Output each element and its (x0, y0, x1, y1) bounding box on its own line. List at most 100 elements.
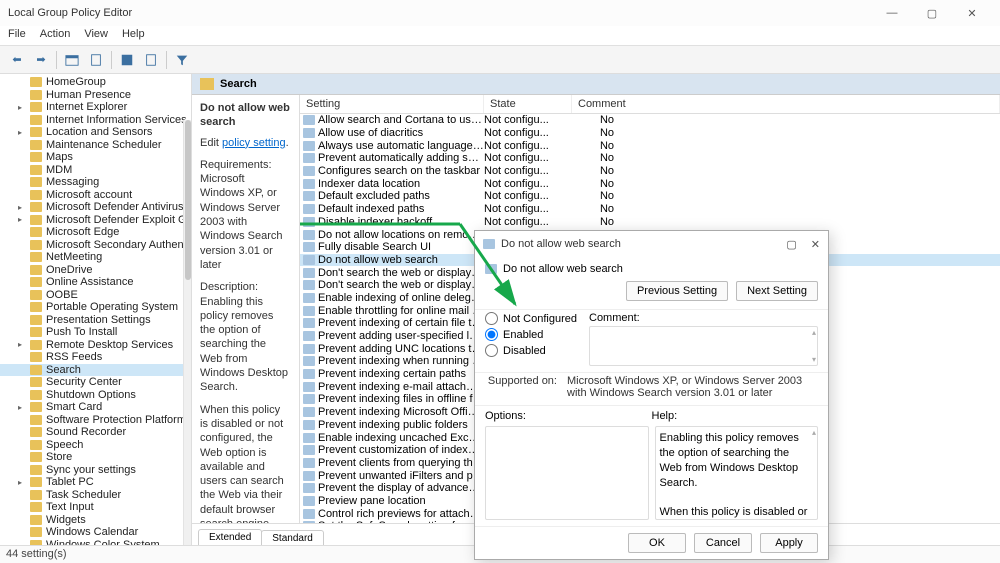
tree-item[interactable]: Presentation Settings (0, 314, 191, 327)
setting-row[interactable]: Allow search and Cortana to use location… (300, 114, 1000, 127)
radio-disabled[interactable]: Disabled (485, 344, 577, 357)
tree-item[interactable]: Sync your settings (0, 464, 191, 477)
col-setting[interactable]: Setting (300, 95, 484, 113)
dialog-close-icon[interactable]: ✕ (811, 238, 820, 251)
previous-setting-button[interactable]: Previous Setting (626, 281, 728, 301)
tree-item[interactable]: Push To Install (0, 326, 191, 339)
close-icon[interactable]: ✕ (952, 0, 992, 26)
tree-item[interactable]: Online Assistance (0, 276, 191, 289)
tree-item[interactable]: Maps (0, 151, 191, 164)
tree-item[interactable]: Sound Recorder (0, 426, 191, 439)
tree-item[interactable]: ▸Microsoft Defender Antivirus (0, 201, 191, 214)
setting-row[interactable]: Default indexed pathsNot configu...No (300, 203, 1000, 216)
radio-enabled[interactable]: Enabled (485, 328, 577, 341)
apply-button[interactable]: Apply (760, 533, 818, 553)
menu-help[interactable]: Help (122, 28, 145, 43)
setting-row[interactable]: Default excluded pathsNot configu...No (300, 190, 1000, 203)
tree-item-label: Sync your settings (46, 464, 136, 476)
filter-icon[interactable] (171, 49, 193, 71)
help-icon[interactable] (140, 49, 162, 71)
setting-icon (303, 344, 315, 354)
tree-item[interactable]: Windows Calendar (0, 526, 191, 539)
setting-row[interactable]: Configures search on the taskbarNot conf… (300, 165, 1000, 178)
tree-item[interactable]: Microsoft Edge (0, 226, 191, 239)
tree-item[interactable]: Text Input (0, 501, 191, 514)
maximize-icon[interactable]: ▢ (912, 0, 952, 26)
setting-icon (303, 115, 315, 125)
tree-item[interactable]: ▸Internet Explorer (0, 101, 191, 114)
forward-icon[interactable]: ➡ (30, 49, 52, 71)
next-setting-button[interactable]: Next Setting (736, 281, 818, 301)
setting-row[interactable]: Disable indexer backoffNot configu...No (300, 216, 1000, 229)
setting-name: Configures search on the taskbar (318, 165, 484, 177)
tree-item[interactable]: ▸Location and Sensors (0, 126, 191, 139)
tree-item[interactable]: Search (0, 364, 191, 377)
caret-icon: ▸ (18, 478, 22, 487)
tree-item[interactable]: Microsoft Secondary Authentication Fa (0, 239, 191, 252)
tree-item[interactable]: Portable Operating System (0, 301, 191, 314)
tree-item[interactable]: Microsoft account (0, 189, 191, 202)
tree-item[interactable]: Messaging (0, 176, 191, 189)
folder-icon (30, 90, 42, 100)
setting-row[interactable]: Prevent automatically adding shared fold… (300, 152, 1000, 165)
setting-name: Allow use of diacritics (318, 127, 484, 139)
tree-item[interactable]: ▸Smart Card (0, 401, 191, 414)
tree-item[interactable]: Maintenance Scheduler (0, 139, 191, 152)
up-icon[interactable] (61, 49, 83, 71)
tree-item[interactable]: HomeGroup (0, 76, 191, 89)
tree-item[interactable]: Widgets (0, 514, 191, 527)
tree-item[interactable]: Task Scheduler (0, 489, 191, 502)
setting-icon (303, 496, 315, 506)
column-headers[interactable]: Setting State Comment (300, 95, 1000, 114)
col-state[interactable]: State (484, 95, 572, 113)
tree-item[interactable]: ▸Microsoft Defender Exploit Guard (0, 214, 191, 227)
tree-item[interactable]: ▸Tablet PC (0, 476, 191, 489)
scroll-down-icon[interactable]: ▾ (812, 355, 816, 364)
tree-item-label: Push To Install (46, 326, 117, 338)
tree-item[interactable]: MDM (0, 164, 191, 177)
cancel-button[interactable]: Cancel (694, 533, 752, 553)
menu-action[interactable]: Action (40, 28, 71, 43)
back-icon[interactable]: ⬅ (6, 49, 28, 71)
radio-not-configured[interactable]: Not Configured (485, 312, 577, 325)
scroll-up-icon[interactable]: ▴ (812, 328, 816, 337)
tree-item[interactable]: NetMeeting (0, 251, 191, 264)
tree-scrollbar[interactable] (183, 120, 191, 545)
caret-icon: ▸ (18, 128, 22, 137)
tree-item[interactable]: Speech (0, 439, 191, 452)
tree-item[interactable]: Store (0, 451, 191, 464)
refresh-icon[interactable] (116, 49, 138, 71)
edit-policy-link[interactable]: policy setting (222, 137, 286, 149)
tree-item[interactable]: Software Protection Platform (0, 414, 191, 427)
nav-tree[interactable]: HomeGroupHuman Presence▸Internet Explore… (0, 74, 192, 545)
dialog-titlebar[interactable]: Do not allow web search ▢ ✕ (475, 231, 828, 257)
menu-file[interactable]: File (8, 28, 26, 43)
tree-item[interactable]: ▸Remote Desktop Services (0, 339, 191, 352)
tree-item[interactable]: RSS Feeds (0, 351, 191, 364)
scroll-up-icon[interactable]: ▴ (812, 428, 816, 439)
dialog-maximize-icon[interactable]: ▢ (786, 238, 796, 251)
tab-extended[interactable]: Extended (198, 529, 262, 545)
tree-item[interactable]: Security Center (0, 376, 191, 389)
properties-icon[interactable] (85, 49, 107, 71)
minimize-icon[interactable]: — (872, 0, 912, 26)
tree-item[interactable]: Shutdown Options (0, 389, 191, 402)
setting-row[interactable]: Indexer data locationNot configu...No (300, 177, 1000, 190)
tree-item[interactable]: Human Presence (0, 89, 191, 102)
folder-icon (30, 540, 42, 545)
tab-standard[interactable]: Standard (261, 530, 324, 545)
tree-item[interactable]: Internet Information Services (0, 114, 191, 127)
col-comment[interactable]: Comment (572, 95, 1000, 113)
folder-icon (30, 477, 42, 487)
ok-button[interactable]: OK (628, 533, 686, 553)
tree-item-label: Smart Card (46, 401, 102, 413)
tree-item[interactable]: OOBE (0, 289, 191, 302)
tree-item[interactable]: Windows Color System (0, 539, 191, 546)
menu-view[interactable]: View (84, 28, 108, 43)
setting-row[interactable]: Always use automatic language detection … (300, 139, 1000, 152)
folder-icon (30, 227, 42, 237)
setting-row[interactable]: Allow use of diacriticsNot configu...No (300, 127, 1000, 140)
tree-item[interactable]: OneDrive (0, 264, 191, 277)
tree-item-label: Messaging (46, 176, 99, 188)
comment-textarea[interactable]: ▴ ▾ (589, 326, 818, 366)
